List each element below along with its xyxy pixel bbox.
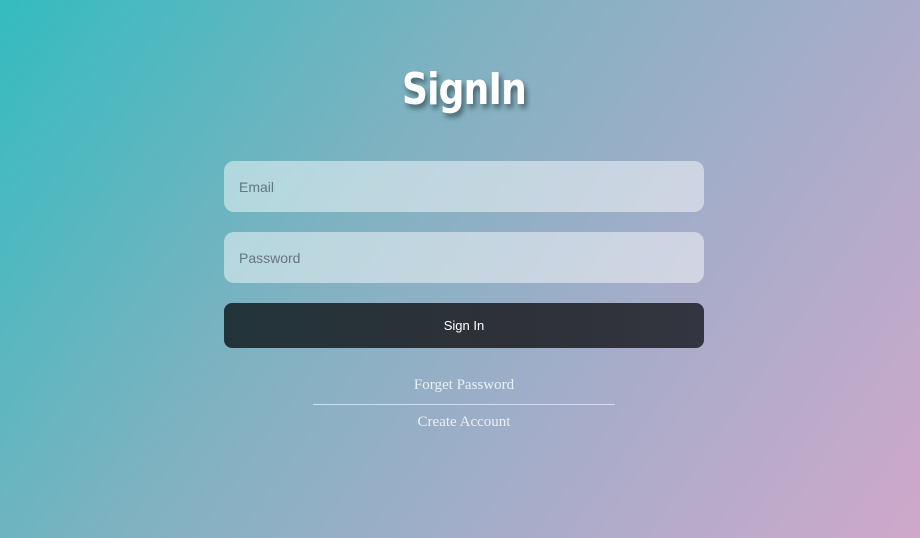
password-field[interactable] xyxy=(224,232,704,283)
sign-in-button[interactable]: Sign In xyxy=(224,303,704,348)
email-field[interactable] xyxy=(224,161,704,212)
forget-password-link[interactable]: Forget Password xyxy=(224,377,704,394)
page-title: SignIn xyxy=(401,64,527,115)
divider xyxy=(313,404,615,405)
create-account-link[interactable]: Create Account xyxy=(224,414,704,431)
